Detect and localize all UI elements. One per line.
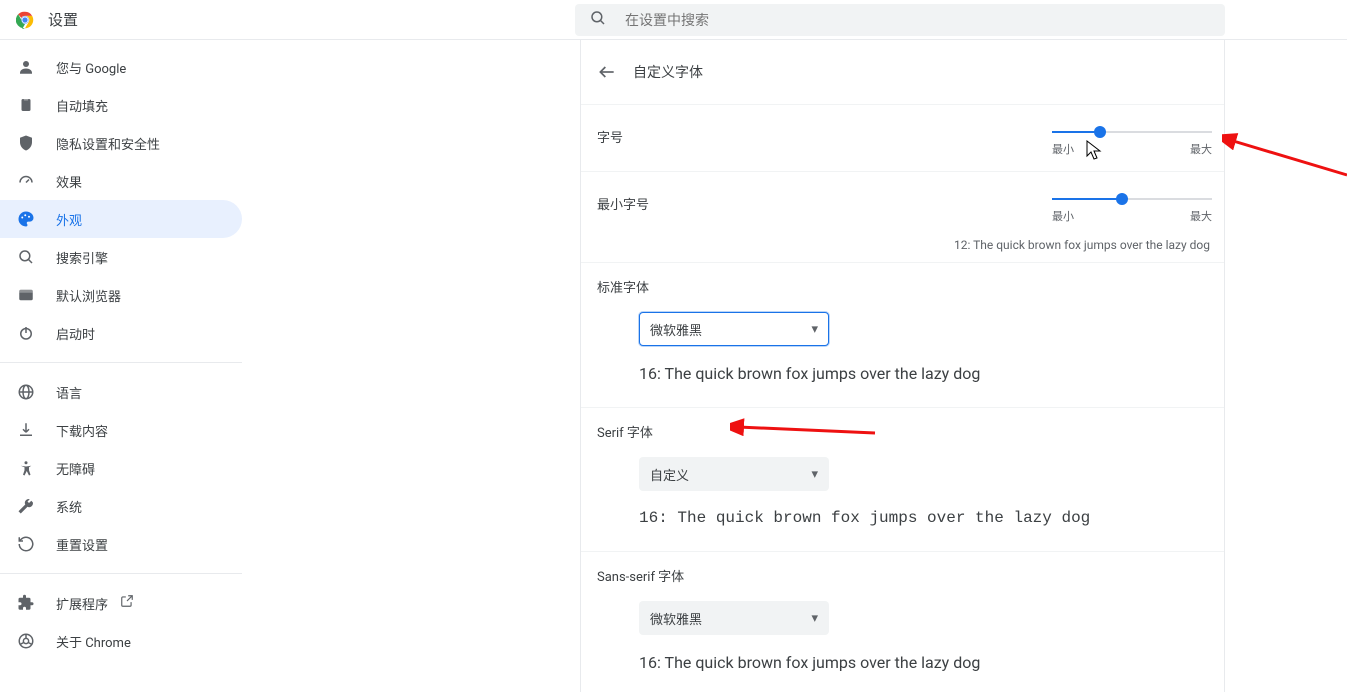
sidebar-item-label: 关于 Chrome: [56, 632, 131, 651]
sidebar-item-languages[interactable]: 语言: [0, 373, 242, 411]
sidebar-divider: [0, 362, 242, 363]
chevron-down-icon: ▾: [811, 322, 818, 337]
sans-font-label: Sans-serif 字体: [597, 566, 1212, 585]
sidebar-item-label: 扩展程序: [56, 594, 108, 613]
sidebar-item-label: 系统: [56, 497, 82, 516]
app-header: 设置: [0, 0, 1347, 40]
sidebar-item-label: 无障碍: [56, 459, 95, 478]
min-font-size-slider[interactable]: [1052, 198, 1212, 200]
sans-font-section: Sans-serif 字体 微软雅黑 ▾ 16: The quick brown…: [581, 551, 1224, 696]
slider-active-range: [1052, 131, 1100, 133]
sidebar-item-appearance[interactable]: 外观: [0, 200, 242, 238]
extension-icon: [16, 593, 36, 613]
serif-font-section: Serif 字体 自定义 ▾ 16: The quick brown fox j…: [581, 407, 1224, 551]
sidebar-item-label: 下载内容: [56, 421, 108, 440]
sidebar-item-label: 默认浏览器: [56, 286, 121, 305]
sidebar-item-accessibility[interactable]: 无障碍: [0, 449, 242, 487]
slider-active-range: [1052, 198, 1122, 200]
shield-icon: [16, 133, 36, 153]
chrome-icon: [16, 631, 36, 651]
sidebar-item-label: 搜索引擎: [56, 248, 108, 267]
sidebar-item-label: 语言: [56, 383, 82, 402]
sidebar-item-privacy[interactable]: 隐私设置和安全性: [0, 124, 242, 162]
sidebar-item-search-engine[interactable]: 搜索引擎: [0, 238, 242, 276]
sidebar-item-label: 效果: [56, 172, 82, 191]
power-icon: [16, 323, 36, 343]
search-icon: [589, 9, 623, 31]
standard-font-label: 标准字体: [597, 277, 1212, 296]
sidebar-item-system[interactable]: 系统: [0, 487, 242, 525]
back-button[interactable]: [591, 56, 623, 88]
sidebar-item-label: 外观: [56, 210, 82, 229]
sans-font-sample: 16: The quick brown fox jumps over the l…: [639, 653, 1212, 672]
accessibility-icon: [16, 458, 36, 478]
sidebar-item-label: 您与 Google: [56, 58, 126, 77]
sidebar-item-autofill[interactable]: 自动填充: [0, 86, 242, 124]
select-value: 自定义: [650, 465, 689, 484]
standard-font-select[interactable]: 微软雅黑 ▾: [639, 312, 829, 346]
settings-sidebar: 您与 Google 自动填充 隐私设置和安全性 效果 外观 搜索引擎 默认浏览器: [0, 40, 250, 692]
sidebar-item-default-browser[interactable]: 默认浏览器: [0, 276, 242, 314]
settings-search[interactable]: [575, 4, 1225, 36]
wrench-icon: [16, 496, 36, 516]
select-value: 微软雅黑: [650, 609, 702, 628]
chevron-down-icon: ▾: [811, 467, 818, 482]
sidebar-item-label: 自动填充: [56, 96, 108, 115]
serif-font-sample: 16: The quick brown fox jumps over the l…: [639, 509, 1212, 527]
sidebar-item-extensions[interactable]: 扩展程序: [0, 584, 242, 622]
slider-thumb[interactable]: [1116, 193, 1128, 205]
sidebar-item-you-and-google[interactable]: 您与 Google: [0, 48, 242, 86]
person-icon: [16, 57, 36, 77]
sans-font-select[interactable]: 微软雅黑 ▾: [639, 601, 829, 635]
chrome-logo-icon: [16, 11, 34, 29]
open-in-new-icon: [120, 594, 134, 612]
globe-icon: [16, 382, 36, 402]
standard-font-sample: 16: The quick brown fox jumps over the l…: [639, 364, 1212, 383]
sidebar-item-reset[interactable]: 重置设置: [0, 525, 242, 563]
slider-thumb[interactable]: [1094, 126, 1106, 138]
download-icon: [16, 420, 36, 440]
sidebar-item-label: 隐私设置和安全性: [56, 134, 160, 153]
slider-max-label: 最大: [1190, 141, 1212, 157]
clipboard-icon: [16, 95, 36, 115]
restore-icon: [16, 534, 36, 554]
sidebar-divider: [0, 573, 242, 574]
browser-icon: [16, 285, 36, 305]
speedometer-icon: [16, 171, 36, 191]
standard-font-section: 标准字体 微软雅黑 ▾ 16: The quick brown fox jump…: [581, 262, 1224, 407]
main-content: 自定义字体 字号 最小 最大 最小字号: [250, 40, 1347, 692]
sidebar-item-downloads[interactable]: 下载内容: [0, 411, 242, 449]
settings-search-input[interactable]: [623, 11, 1211, 29]
page-header: 自定义字体: [581, 56, 1224, 104]
slider-min-label: 最小: [1052, 208, 1074, 224]
min-font-size-label: 最小字号: [597, 186, 649, 213]
sidebar-item-about[interactable]: 关于 Chrome: [0, 622, 242, 660]
serif-font-label: Serif 字体: [597, 422, 1212, 441]
header-title: 设置: [48, 9, 78, 30]
sidebar-item-performance[interactable]: 效果: [0, 162, 242, 200]
chevron-down-icon: ▾: [811, 611, 818, 626]
palette-icon: [16, 209, 36, 229]
sidebar-item-label: 启动时: [56, 324, 95, 343]
sidebar-item-on-startup[interactable]: 启动时: [0, 314, 242, 352]
min-font-size-row: 最小字号 最小 最大 12: The quick brown fox jumps…: [581, 171, 1224, 262]
slider-max-label: 最大: [1190, 208, 1212, 224]
sidebar-item-label: 重置设置: [56, 535, 108, 554]
font-size-label: 字号: [597, 119, 623, 146]
font-size-row: 字号 最小 最大: [581, 104, 1224, 171]
min-font-size-preview: 12: The quick brown fox jumps over the l…: [597, 238, 1212, 252]
page-title: 自定义字体: [633, 62, 703, 82]
font-size-slider[interactable]: [1052, 131, 1212, 133]
select-value: 微软雅黑: [650, 320, 702, 339]
slider-min-label: 最小: [1052, 141, 1074, 157]
search-icon: [16, 247, 36, 267]
serif-font-select[interactable]: 自定义 ▾: [639, 457, 829, 491]
